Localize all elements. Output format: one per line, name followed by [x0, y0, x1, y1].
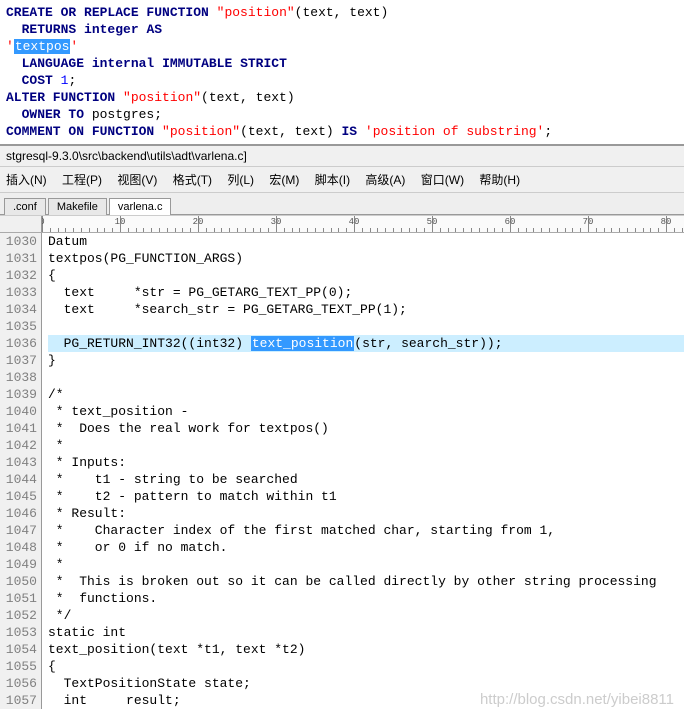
menu-window[interactable]: 窗口(W) — [421, 171, 464, 188]
menu-macro[interactable]: 宏(M) — [269, 171, 299, 188]
code-line[interactable]: PG_RETURN_INT32((int32) text_position(st… — [48, 335, 684, 352]
code-line[interactable]: text_position(text *t1, text *t2) — [48, 641, 684, 658]
sql-definition-panel: CREATE OR REPLACE FUNCTION "position"(te… — [0, 0, 684, 145]
sql-line: 'textpos' — [6, 38, 678, 55]
code-line[interactable]: * Result: — [48, 505, 684, 522]
code-line[interactable]: * This is broken out so it can be called… — [48, 573, 684, 590]
code-line[interactable]: * text_position - — [48, 403, 684, 420]
sql-line: CREATE OR REPLACE FUNCTION "position"(te… — [6, 4, 678, 21]
tab-conf[interactable]: .conf — [4, 198, 46, 215]
tab-bar: .conf Makefile varlena.c — [0, 193, 684, 215]
tab-makefile[interactable]: Makefile — [48, 198, 107, 215]
file-path-bar: stgresql-9.3.0\src\backend\utils\adt\var… — [0, 145, 684, 167]
code-editor[interactable]: 1030103110321033103410351036103710381039… — [0, 233, 684, 709]
code-line[interactable]: * t2 - pattern to match within t1 — [48, 488, 684, 505]
code-line[interactable]: static int — [48, 624, 684, 641]
code-line[interactable]: } — [48, 352, 684, 369]
sql-line: OWNER TO postgres; — [6, 106, 678, 123]
code-line[interactable] — [48, 318, 684, 335]
code-area[interactable]: Datumtextpos(PG_FUNCTION_ARGS){ text *st… — [42, 233, 684, 709]
sql-line: COMMENT ON FUNCTION "position"(text, tex… — [6, 123, 678, 140]
code-line[interactable] — [48, 369, 684, 386]
code-line[interactable]: /* — [48, 386, 684, 403]
sql-line: COST 1; — [6, 72, 678, 89]
code-line[interactable]: * Character index of the first matched c… — [48, 522, 684, 539]
code-line[interactable]: * functions. — [48, 590, 684, 607]
ruler: 01020304050607080 — [0, 215, 684, 233]
menu-view[interactable]: 视图(V) — [117, 171, 157, 188]
highlighted-match[interactable]: text_position — [251, 336, 354, 351]
tab-varlena[interactable]: varlena.c — [109, 198, 172, 215]
sql-line: ALTER FUNCTION "position"(text, text) — [6, 89, 678, 106]
code-line[interactable]: text *search_str = PG_GETARG_TEXT_PP(1); — [48, 301, 684, 318]
menu-script[interactable]: 脚本(I) — [315, 171, 350, 188]
code-line[interactable]: textpos(PG_FUNCTION_ARGS) — [48, 250, 684, 267]
menu-format[interactable]: 格式(T) — [173, 171, 212, 188]
code-line[interactable]: */ — [48, 607, 684, 624]
sql-line: LANGUAGE internal IMMUTABLE STRICT — [6, 55, 678, 72]
code-line[interactable]: * — [48, 556, 684, 573]
line-number-gutter: 1030103110321033103410351036103710381039… — [0, 233, 42, 709]
code-line[interactable]: TextPositionState state; — [48, 675, 684, 692]
code-line[interactable]: { — [48, 658, 684, 675]
code-line[interactable]: Datum — [48, 233, 684, 250]
menu-help[interactable]: 帮助(H) — [479, 171, 520, 188]
menu-insert[interactable]: 插入(N) — [6, 171, 47, 188]
menu-column[interactable]: 列(L) — [227, 171, 254, 188]
menu-bar: 插入(N) 工程(P) 视图(V) 格式(T) 列(L) 宏(M) 脚本(I) … — [0, 167, 684, 193]
sql-line: RETURNS integer AS — [6, 21, 678, 38]
code-line[interactable]: text *str = PG_GETARG_TEXT_PP(0); — [48, 284, 684, 301]
menu-advanced[interactable]: 高级(A) — [365, 171, 405, 188]
code-line[interactable]: * Does the real work for textpos() — [48, 420, 684, 437]
code-line[interactable]: int result; — [48, 692, 684, 709]
code-line[interactable]: * t1 - string to be searched — [48, 471, 684, 488]
selected-text[interactable]: textpos — [14, 39, 71, 54]
code-line[interactable]: { — [48, 267, 684, 284]
code-line[interactable]: * — [48, 437, 684, 454]
menu-project[interactable]: 工程(P) — [62, 171, 102, 188]
code-line[interactable]: * Inputs: — [48, 454, 684, 471]
code-line[interactable]: * or 0 if no match. — [48, 539, 684, 556]
